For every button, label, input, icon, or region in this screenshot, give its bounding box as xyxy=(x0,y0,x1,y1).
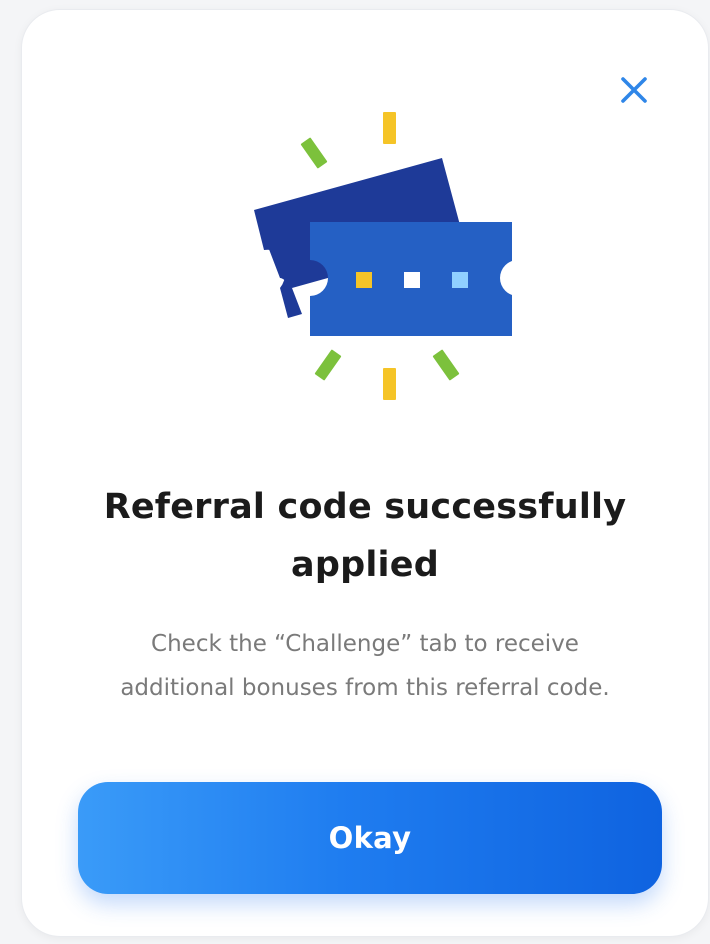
confetti-top-left xyxy=(300,137,328,169)
screen: Referral code successfully applied Check… xyxy=(0,0,710,944)
close-icon xyxy=(621,77,647,103)
okay-button-label: Okay xyxy=(328,821,412,855)
dialog-description: Check the “Challenge” tab to receive add… xyxy=(120,631,610,701)
ticket-dot-yellow xyxy=(356,272,372,288)
confetti-bottom-left xyxy=(314,349,342,381)
tickets-icon xyxy=(254,112,512,400)
referral-success-dialog: Referral code successfully applied Check… xyxy=(22,10,708,936)
ticket-dot-light-blue xyxy=(452,272,468,288)
okay-button[interactable]: Okay xyxy=(78,782,662,894)
confetti-bottom-center xyxy=(383,368,396,400)
close-button[interactable] xyxy=(610,66,658,114)
dialog-title: Referral code successfully applied xyxy=(103,487,627,585)
ticket-dot-white xyxy=(404,272,420,288)
confetti-bottom-right xyxy=(432,349,460,381)
confetti-top-center xyxy=(383,112,396,144)
